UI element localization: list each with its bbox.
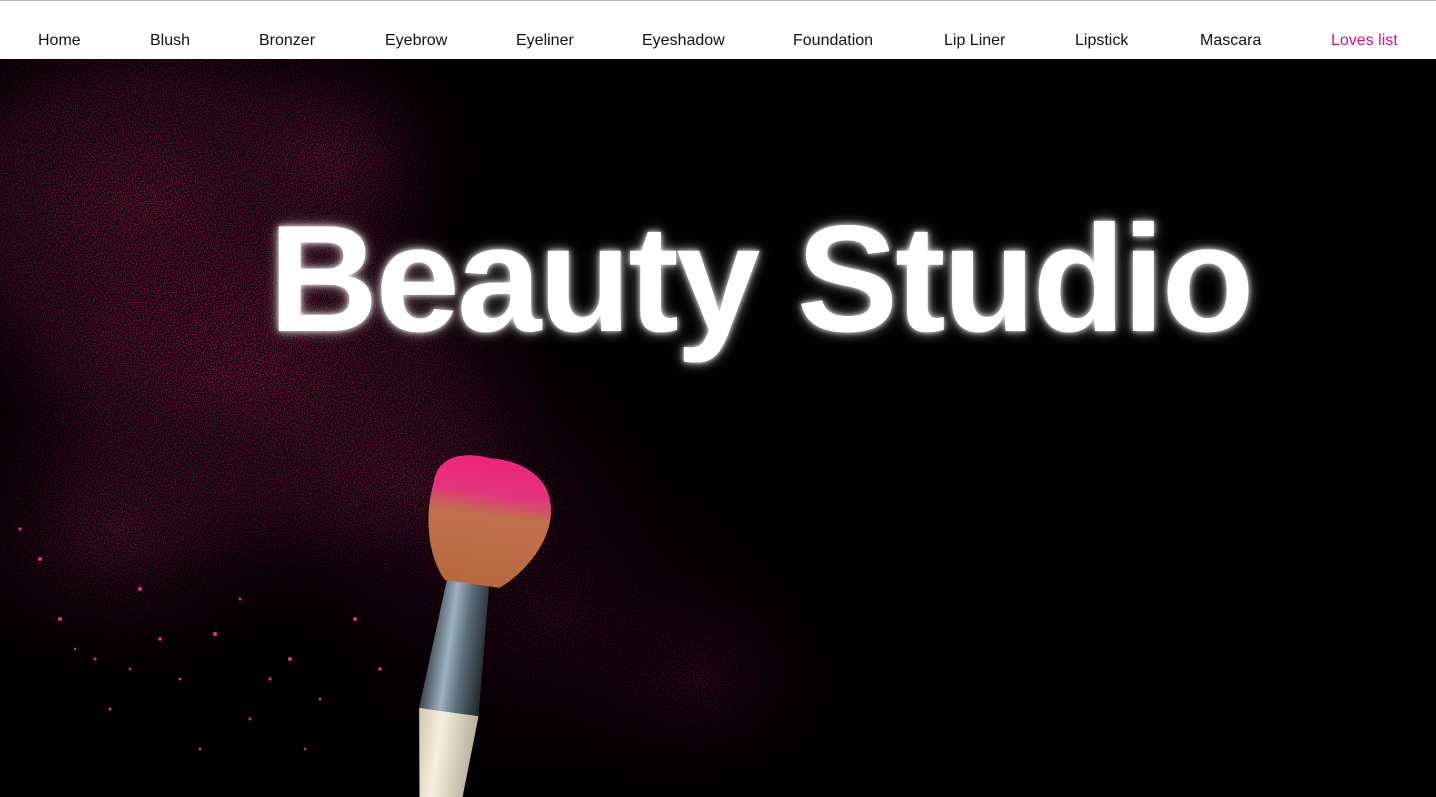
nav-item-eyeshadow[interactable]: Eyeshadow bbox=[642, 31, 725, 51]
nav-item-foundation[interactable]: Foundation bbox=[793, 31, 873, 51]
nav-item-eyebrow[interactable]: Eyebrow bbox=[385, 31, 447, 51]
nav-item-blush[interactable]: Blush bbox=[150, 31, 190, 51]
nav-item-lip-liner[interactable]: Lip Liner bbox=[944, 31, 1005, 51]
page: Home Blush Bronzer Eyebrow Eyeliner Eyes… bbox=[0, 0, 1436, 797]
nav-item-bronzer[interactable]: Bronzer bbox=[259, 31, 315, 51]
makeup-brush-powder-image bbox=[0, 59, 860, 797]
hero-banner: Beauty Studio bbox=[0, 59, 1436, 797]
nav-item-home[interactable]: Home bbox=[38, 31, 81, 51]
nav-item-loves-list[interactable]: Loves list bbox=[1331, 31, 1398, 51]
nav-item-lipstick[interactable]: Lipstick bbox=[1075, 31, 1128, 51]
nav-item-eyeliner[interactable]: Eyeliner bbox=[516, 31, 574, 51]
top-navigation: Home Blush Bronzer Eyebrow Eyeliner Eyes… bbox=[0, 0, 1436, 59]
nav-item-mascara[interactable]: Mascara bbox=[1200, 31, 1261, 51]
hero-title: Beauty Studio bbox=[268, 194, 1255, 364]
